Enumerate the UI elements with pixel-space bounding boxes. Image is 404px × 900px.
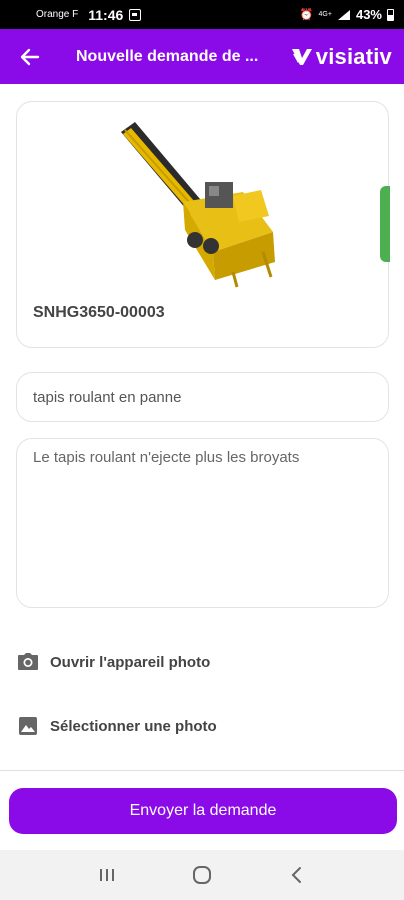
side-tab-handle[interactable] xyxy=(380,186,390,262)
battery-percentage: 43% xyxy=(355,7,382,22)
machine-reference: SNHG3650-00003 xyxy=(33,304,165,321)
recent-apps-button[interactable] xyxy=(87,855,127,895)
page-title: Nouvelle demande de ... xyxy=(76,47,259,65)
carrier-label: Orange F xyxy=(36,9,79,20)
status-bar: Orange F 11:46 ⏰ 4G+ 43% xyxy=(0,0,404,29)
arrow-left-icon xyxy=(20,48,40,65)
home-button[interactable] xyxy=(182,855,222,895)
status-icons: ⏰ 4G+ 43% xyxy=(300,7,394,22)
camera-icon xyxy=(16,650,40,674)
image-icon xyxy=(16,714,40,738)
signal-icon xyxy=(337,9,350,20)
back-button[interactable] xyxy=(0,29,60,84)
home-icon xyxy=(192,866,211,884)
notification-icon xyxy=(129,8,142,21)
network-type: 4G+ xyxy=(318,11,332,18)
divider xyxy=(0,770,404,771)
recent-apps-icon xyxy=(100,869,115,881)
chevron-left-icon xyxy=(291,867,301,883)
alarm-icon: ⏰ xyxy=(299,9,314,21)
app-header: Nouvelle demande de ... visiativ xyxy=(0,29,404,84)
subject-input[interactable]: tapis roulant en panne xyxy=(16,372,389,422)
select-photo-label: Sélectionner une photo xyxy=(50,717,217,735)
send-request-button[interactable]: Envoyer la demande xyxy=(9,788,397,834)
open-camera-button[interactable]: Ouvrir l'appareil photo xyxy=(16,640,389,684)
conveyor-machine-image xyxy=(121,122,275,288)
clock: 11:46 xyxy=(88,6,124,23)
back-nav-button[interactable] xyxy=(277,855,317,895)
brand-logo: visiativ xyxy=(290,44,404,70)
machine-card[interactable]: SNHG3650-00003 xyxy=(16,101,389,348)
description-textarea[interactable]: Le tapis roulant n'ejecte plus les broya… xyxy=(16,438,389,608)
visiativ-logo-icon xyxy=(291,48,312,65)
open-camera-label: Ouvrir l'appareil photo xyxy=(50,653,211,671)
brand-name: visiativ xyxy=(315,43,392,69)
battery-icon xyxy=(387,8,394,21)
system-nav-bar xyxy=(0,850,404,900)
select-photo-button[interactable]: Sélectionner une photo xyxy=(16,704,389,748)
